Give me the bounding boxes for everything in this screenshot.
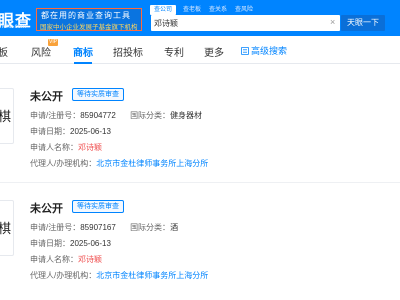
- agent-row: 代理人/办理机构：北京市金杜律师事务所上海分所: [30, 158, 208, 169]
- search-box: ×: [151, 15, 340, 31]
- trademark-image[interactable]: 棋: [0, 200, 14, 256]
- nav-tab-risk[interactable]: 风险: [31, 44, 51, 59]
- reg-number: 85907167: [80, 223, 116, 232]
- registration-row: 申请/注册号：85907167 国际分类：酒: [30, 222, 178, 233]
- tab-relation[interactable]: 查关系: [206, 5, 230, 15]
- nav-tab-partial[interactable]: 板: [0, 44, 8, 59]
- nav-tab-trademark[interactable]: 商标: [73, 44, 93, 59]
- category-nav: 板 风险 VIP 商标 招投标 专利 更多 高级搜索: [0, 36, 400, 64]
- slogan-line-1: 都在用的商业查询工具: [41, 11, 131, 20]
- nav-tab-patent[interactable]: 专利: [164, 44, 184, 59]
- agent-label: 代理人/办理机构：: [30, 159, 97, 168]
- status-badge: 等待实质审查: [72, 88, 124, 101]
- class-value: 酒: [170, 223, 179, 232]
- trademark-name[interactable]: 未公开: [30, 200, 63, 216]
- reg-label: 申请/注册号：: [30, 111, 81, 120]
- slogan-banner: 都在用的商业查询工具 国家中小企业发展子基金旗下机构: [36, 8, 142, 31]
- date-row: 申请日期：2025-06-13: [30, 126, 111, 137]
- applicant-label: 申请人名称：: [30, 143, 78, 152]
- slogan-line-2: 国家中小企业发展子基金旗下机构: [40, 24, 138, 31]
- trademark-result-card[interactable]: 棋 未公开 等待实质审查 申请/注册号：85904772 国际分类：健身器材 申…: [0, 72, 400, 176]
- agent-label: 代理人/办理机构：: [30, 271, 97, 280]
- page-root: 眼查 ncha.com 都在用的商业查询工具 国家中小企业发展子基金旗下机构 查…: [0, 0, 400, 300]
- reg-label: 申请/注册号：: [30, 223, 81, 232]
- applicant-label: 申请人名称：: [30, 255, 78, 264]
- site-domain: ncha.com: [0, 24, 27, 30]
- class-label: 国际分类：: [130, 111, 171, 120]
- apply-date: 2025-06-13: [70, 127, 111, 136]
- top-header: 眼查 ncha.com 都在用的商业查询工具 国家中小企业发展子基金旗下机构 查…: [0, 0, 400, 36]
- date-row: 申请日期：2025-06-13: [30, 238, 111, 249]
- date-label: 申请日期：: [30, 127, 70, 136]
- applicant-row: 申请人名称：邓诗颖: [30, 142, 102, 153]
- advanced-search-icon: [241, 47, 249, 55]
- search-input[interactable]: [154, 16, 324, 30]
- tab-boss[interactable]: 查老板: [180, 5, 204, 15]
- agent-row: 代理人/办理机构：北京市金杜律师事务所上海分所: [30, 270, 208, 281]
- advanced-search-link[interactable]: 高级搜索: [241, 44, 287, 57]
- applicant-link[interactable]: 邓诗颖: [78, 255, 102, 264]
- date-label: 申请日期：: [30, 239, 70, 248]
- reg-number: 85904772: [80, 111, 116, 120]
- vip-badge: VIP: [48, 39, 59, 46]
- registration-row: 申请/注册号：85904772 国际分类：健身器材: [30, 110, 202, 121]
- active-tab-indicator: [74, 62, 92, 64]
- advanced-search-label: 高级搜索: [251, 46, 288, 56]
- clear-icon[interactable]: ×: [330, 17, 335, 27]
- applicant-row: 申请人名称：邓诗颖: [30, 254, 102, 265]
- divider: [0, 182, 400, 183]
- apply-date: 2025-06-13: [70, 239, 111, 248]
- class-label: 国际分类：: [130, 223, 171, 232]
- agent-link[interactable]: 北京市金杜律师事务所上海分所: [96, 271, 208, 280]
- nav-tab-more[interactable]: 更多: [204, 44, 224, 59]
- applicant-link[interactable]: 邓诗颖: [78, 143, 102, 152]
- trademark-image[interactable]: 棋: [0, 88, 14, 144]
- search-button[interactable]: 天眼一下: [341, 15, 385, 31]
- tab-risk[interactable]: 查风险: [232, 5, 256, 15]
- nav-tab-bidding[interactable]: 招投标: [113, 44, 143, 59]
- tab-company[interactable]: 查公司: [150, 5, 176, 15]
- agent-link[interactable]: 北京市金杜律师事务所上海分所: [96, 159, 208, 168]
- class-value: 健身器材: [170, 111, 203, 120]
- status-badge: 等待实质审查: [72, 200, 124, 213]
- trademark-result-card[interactable]: 棋 未公开 等待实质审查 申请/注册号：85907167 国际分类：酒 申请日期…: [0, 184, 400, 288]
- trademark-name[interactable]: 未公开: [30, 88, 63, 104]
